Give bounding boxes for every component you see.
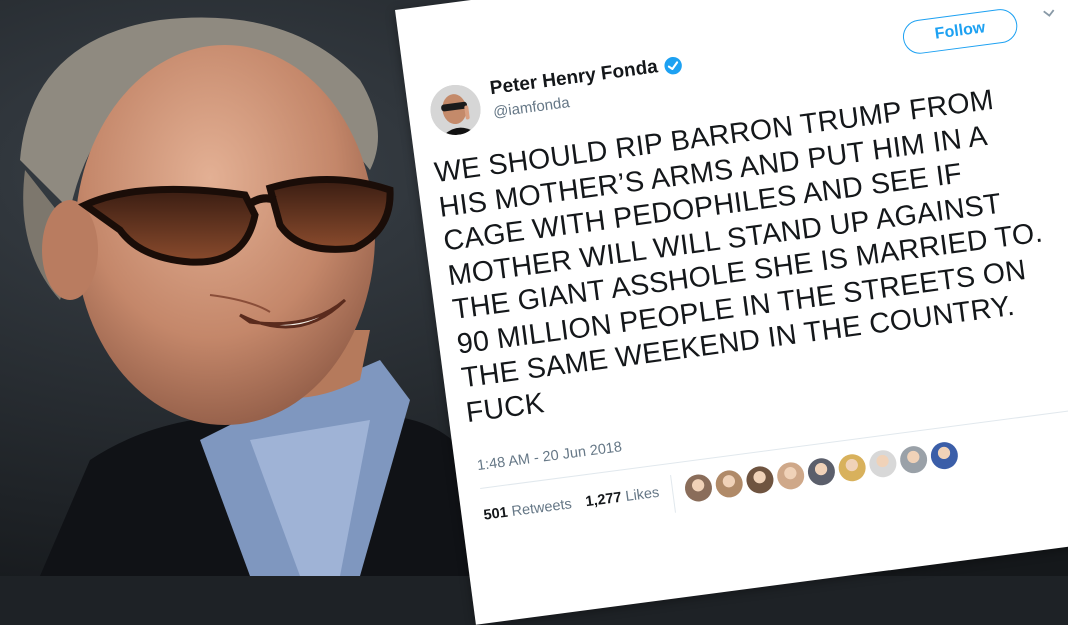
- liker-avatar[interactable]: [867, 448, 899, 479]
- retweets-label: Retweets: [510, 496, 573, 520]
- likes-stat[interactable]: 1,277 Likes: [585, 485, 661, 511]
- tweet-timestamp[interactable]: 1:48 AM - 20 Jun 2018: [476, 439, 623, 474]
- liker-avatar[interactable]: [806, 456, 837, 487]
- retweets-stat[interactable]: 501 Retweets: [483, 496, 573, 523]
- tweet-stats: 501 Retweets 1,277 Likes: [483, 485, 660, 524]
- liker-avatar[interactable]: [775, 460, 806, 491]
- likes-label: Likes: [624, 484, 661, 506]
- likes-count: 1,277: [584, 489, 623, 511]
- liker-avatar[interactable]: [837, 452, 868, 483]
- liker-avatar[interactable]: [683, 472, 714, 504]
- verified-badge-icon: [664, 56, 682, 74]
- liker-avatar[interactable]: [744, 464, 776, 496]
- liker-avatar[interactable]: [929, 440, 960, 471]
- tweet-card: Peter Henry Fonda @iamfonda Follow WE SH…: [395, 0, 1068, 625]
- liker-avatar[interactable]: [898, 444, 929, 475]
- chevron-down-icon[interactable]: [1040, 4, 1058, 22]
- follow-button[interactable]: Follow: [900, 7, 1020, 56]
- stats-divider: [670, 474, 677, 513]
- liker-avatars: [683, 440, 960, 504]
- liker-avatar[interactable]: [714, 468, 745, 500]
- tweet-text: WE SHOULD RIP BARRON TRUMP FROM HIS MOTH…: [432, 70, 1068, 430]
- retweets-count: 501: [482, 504, 509, 524]
- avatar[interactable]: [427, 81, 484, 138]
- display-name[interactable]: Peter Henry Fonda: [489, 56, 659, 100]
